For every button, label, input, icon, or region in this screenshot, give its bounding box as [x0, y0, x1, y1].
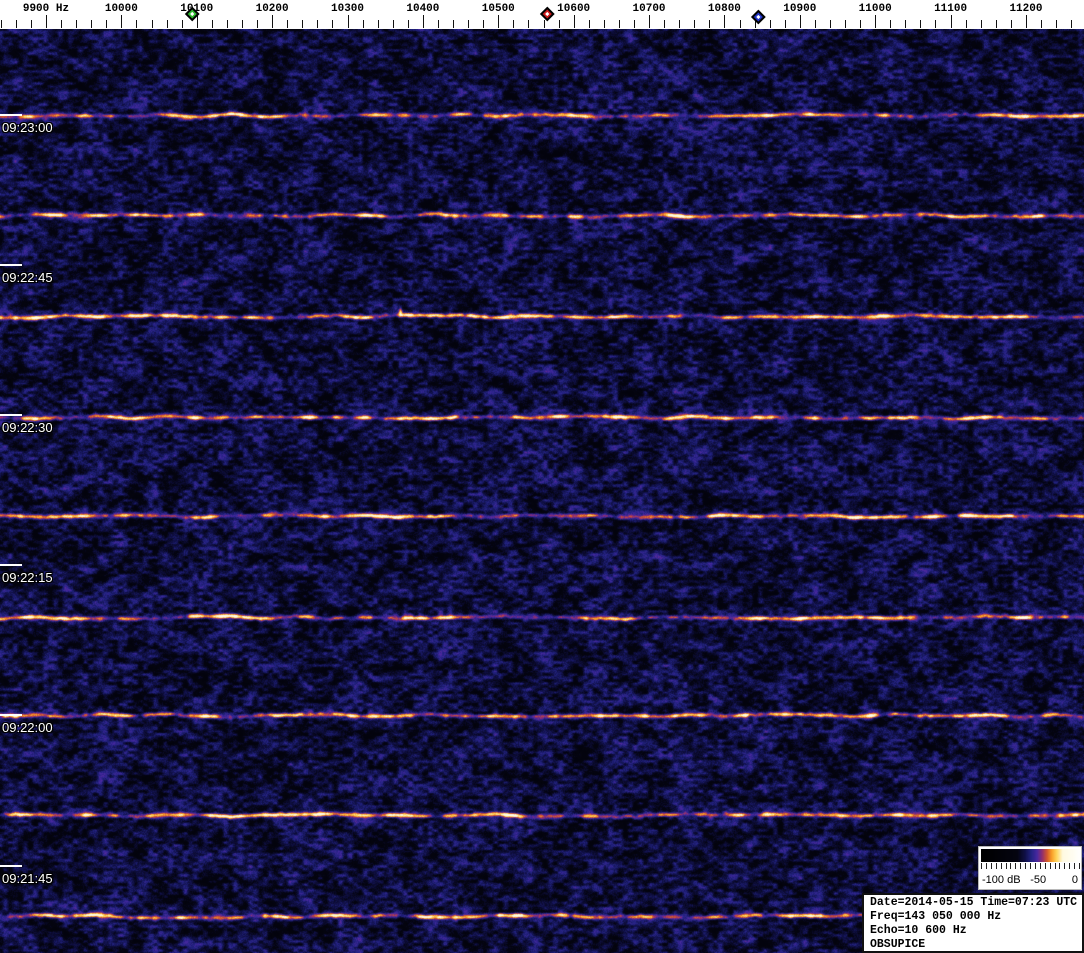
info-echo: Echo=10 600 Hz	[870, 924, 967, 937]
freq-tick-label: 10300	[331, 3, 364, 15]
time-label: 09:22:45	[2, 270, 53, 285]
time-label: 09:23:00	[2, 120, 53, 135]
time-label: 09:21:45	[2, 871, 53, 886]
time-label: 09:22:00	[2, 720, 53, 735]
colorbar-gradient	[981, 849, 1081, 862]
time-label: 09:22:15	[2, 570, 53, 585]
freq-tick-label: 10500	[482, 3, 515, 15]
spectrogram-canvas[interactable]	[0, 29, 1084, 953]
waterfall-display: 9900 Hz 10000 10100 10200 10300 10400 10500 106…	[0, 0, 1084, 953]
info-station: OBSUPICE	[870, 938, 926, 951]
freq-tick-label: 10900	[783, 3, 816, 15]
time-tick	[0, 564, 22, 566]
frequency-ruler[interactable]: 9900 Hz 10000 10100 10200 10300 10400 10500 106…	[0, 0, 1084, 29]
freq-tick-label: 10400	[406, 3, 439, 15]
freq-tick-label: 11100	[934, 3, 967, 15]
info-date-time: Date=2014-05-15 Time=07:23 UTC	[870, 896, 1078, 909]
info-box: Date=2014-05-15 Time=07:23 UTC Freq=143 …	[862, 893, 1084, 953]
freq-tick-label: 10000	[105, 3, 138, 15]
colorbar: -100 dB -50 0	[978, 846, 1082, 890]
freq-tick-label: 10700	[633, 3, 666, 15]
colorbar-label-min: -100 dB	[982, 874, 1021, 886]
freq-tick-label: 11200	[1009, 3, 1042, 15]
colorbar-label-max: 0	[1071, 874, 1078, 886]
freq-tick-label: 9900 Hz	[23, 3, 69, 15]
time-tick	[0, 714, 22, 716]
freq-tick-label: 10600	[557, 3, 590, 15]
time-label: 09:22:30	[2, 420, 53, 435]
colorbar-label-mid: -50	[1030, 874, 1047, 886]
freq-tick-label: 10800	[708, 3, 741, 15]
colorbar-ticks	[981, 863, 1080, 869]
time-tick	[0, 264, 22, 266]
freq-tick-label: 10200	[256, 3, 289, 15]
time-tick	[0, 414, 22, 416]
time-tick	[0, 114, 22, 116]
info-frequency: Freq=143 050 000 Hz	[870, 910, 1002, 923]
time-tick	[0, 865, 22, 867]
freq-tick-label: 11000	[859, 3, 892, 15]
